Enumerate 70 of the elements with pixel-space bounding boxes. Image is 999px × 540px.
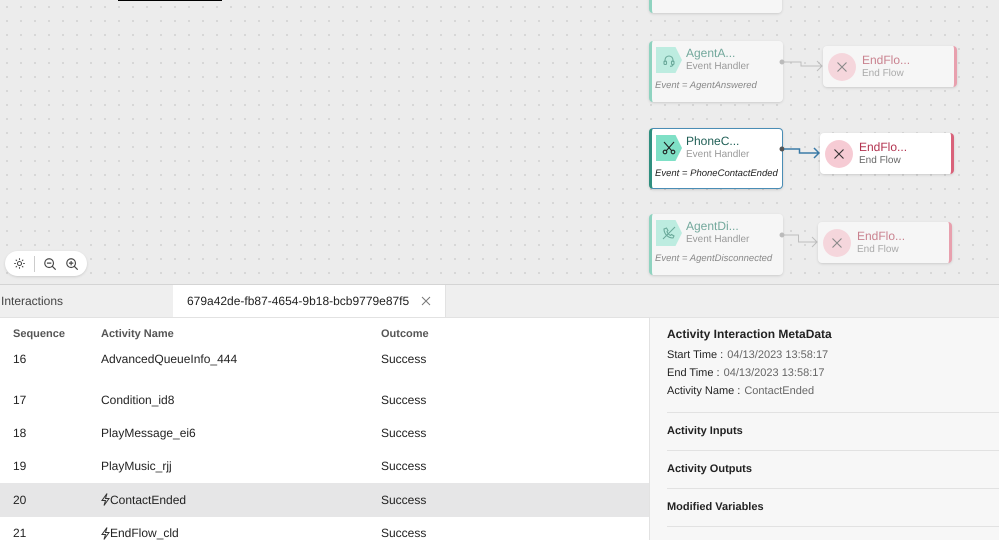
close-icon (823, 228, 851, 256)
close-icon (828, 52, 856, 80)
column-header: Outcome (381, 328, 429, 340)
node-type: Event Handler (686, 148, 750, 161)
table-cell-text: Success (381, 458, 426, 476)
end-flow-node[interactable]: EndFlo... End Flow (820, 133, 954, 174)
table-row[interactable]: 20 ContactEnded Success (0, 483, 649, 517)
node-title: AgentA... (686, 47, 736, 60)
table-cell-text: Success (381, 492, 426, 509)
table-cell-text: 21 (13, 525, 26, 540)
zoom-out-icon[interactable] (43, 256, 57, 270)
connector-arrow (780, 146, 820, 159)
settings-icon[interactable] (13, 257, 26, 270)
table-cell-text: Success (381, 525, 426, 540)
section-title: Activity Interaction MetaData (667, 326, 833, 343)
table-cell-text: Condition_id8 (101, 392, 174, 409)
node-type: End Flow (862, 66, 905, 80)
lightning-icon (101, 526, 110, 540)
field-value: ContactEnded (744, 384, 814, 399)
table-cell-text: 17 (13, 392, 26, 409)
node-type: Event Handler (686, 233, 750, 246)
table-cell-text: 20 (13, 492, 26, 509)
node-type: End Flow (857, 242, 900, 256)
field-value: 04/13/2023 13:58:17 (724, 366, 825, 381)
table-cell-text: PlayMusic_rjj (101, 458, 172, 476)
node-title: EndFlo... (857, 230, 906, 242)
table-row[interactable]: 21 EndFlow_cld Success (0, 516, 649, 540)
close-icon[interactable] (421, 296, 432, 306)
connector-arrow (780, 232, 818, 248)
accordion-header[interactable]: Activity Inputs (667, 423, 743, 440)
scissors-icon (661, 140, 677, 156)
node-title: EndFlo... (862, 54, 910, 66)
accordion-header[interactable]: Activity Outputs (667, 461, 752, 478)
accordion-header[interactable]: Modified Variables (667, 499, 764, 516)
table-cell-text: EndFlow_cld (110, 525, 179, 540)
event-condition: Event = AgentAnswered (654, 79, 758, 93)
node-title: EndFlo... (859, 140, 908, 154)
phone-off-icon (661, 225, 677, 241)
table-cell-text: ContactEnded (110, 492, 186, 509)
tab[interactable]: 679a42de-fb87-4654-9b18-bcb9779e87f5 (173, 285, 446, 317)
table-row[interactable]: 18 PlayMessage_ei6 Success (0, 416, 649, 450)
connector-arrow (780, 60, 823, 72)
event-condition: Event = AgentDisconnected (654, 252, 774, 266)
table-cell-text: Success (381, 425, 426, 442)
field-value: 04/13/2023 13:58:17 (727, 348, 828, 363)
lightning-icon (101, 493, 110, 506)
table-row[interactable]: 17 Condition_id8 Success (0, 383, 649, 416)
table-cell-text: 18 (13, 425, 26, 442)
table-cell-text: Success (381, 350, 426, 368)
table-cell-text: AdvancedQueueInfo_444 (101, 350, 238, 368)
close-icon (825, 140, 853, 168)
table-cell-text: 19 (13, 458, 26, 476)
column-header: Activity Name (101, 328, 174, 340)
event-handler-node[interactable]: PhoneC... Event Handler Event = PhoneContactEnded (649, 128, 783, 189)
node-type: End Flow (859, 154, 902, 166)
field-label: Start Time : (667, 348, 724, 363)
node-title: PhoneC... (686, 135, 740, 148)
column-header: Sequence (13, 328, 65, 340)
table-cell-text: 16 (13, 350, 26, 368)
field-label: Activity Name : (667, 384, 740, 399)
zoom-in-icon[interactable] (65, 256, 79, 270)
table-row[interactable]: 16 AdvancedQueueInfo_444 Success (0, 350, 649, 367)
event-condition: Event = PhoneContactEnded (654, 167, 779, 181)
table-cell-text: PlayMessage_ei6 (101, 425, 196, 442)
node-type: Event Handler (686, 60, 750, 73)
tab[interactable]: Interactions (0, 285, 173, 317)
table-row[interactable]: 19 PlayMusic_rjj Success (0, 450, 649, 484)
table-cell-text: Success (381, 392, 426, 409)
field-label: End Time : (667, 366, 720, 381)
node-title: AgentDi... (686, 220, 740, 233)
